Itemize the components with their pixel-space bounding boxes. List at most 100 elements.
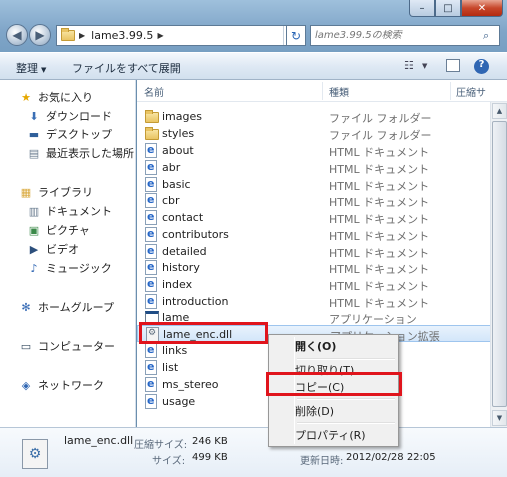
sidebar-item-label: ビデオ — [46, 243, 79, 256]
breadcrumb-arrow-icon[interactable]: ▶ — [157, 31, 163, 40]
breadcrumb-item[interactable]: lame3.99.5 — [91, 29, 153, 42]
breadcrumb-arrow-icon[interactable]: ▶ — [79, 31, 85, 40]
maximize-button[interactable]: □ — [435, 0, 461, 17]
table-row[interactable]: abr HTML ドキュメント — [137, 159, 495, 176]
video-icon: ▶ — [29, 242, 39, 256]
table-row[interactable]: images ファイル フォルダー — [137, 108, 495, 125]
sidebar-item-favorites[interactable]: ★ お気に入り — [18, 88, 93, 106]
table-row[interactable]: basicHTML ドキュメント — [137, 176, 495, 193]
file-name: usage — [162, 395, 196, 408]
html-file-icon — [145, 143, 159, 158]
chevron-down-icon: ▼ — [41, 66, 47, 74]
search-icon[interactable]: ⌕ — [483, 29, 499, 43]
organize-button[interactable]: 整理 ▼ — [16, 60, 46, 76]
html-file-icon — [145, 294, 159, 309]
table-row[interactable]: about HTML ドキュメント — [137, 142, 495, 159]
table-row[interactable]: introductionHTML ドキュメント — [137, 293, 495, 310]
search-box[interactable]: ⌕ — [310, 25, 500, 46]
file-name: basic — [162, 178, 191, 191]
details-pane: ⚙ lame_enc.dll 圧縮サイズ: 246 KB サイズ: 499 KB… — [0, 427, 507, 477]
sidebar-item-recent[interactable]: ▤ 最近表示した場所 — [26, 144, 134, 162]
file-name: lame — [162, 311, 190, 324]
table-row[interactable]: history HTML ドキュメント — [137, 259, 495, 276]
sidebar-item-videos[interactable]: ▶ ビデオ — [26, 240, 79, 258]
folder-icon — [145, 126, 159, 141]
file-type: HTML ドキュメント — [329, 230, 430, 243]
sidebar-item-computer[interactable]: ▭ コンピューター — [18, 337, 115, 355]
organize-label: 整理 — [16, 62, 38, 75]
library-icon: ▦ — [20, 185, 32, 199]
column-divider[interactable] — [450, 82, 451, 100]
file-type: HTML ドキュメント — [329, 263, 430, 276]
column-header-name[interactable]: 名前 — [144, 84, 164, 99]
refresh-button[interactable]: ↻ — [286, 25, 306, 46]
sidebar-item-label: デスクトップ — [46, 128, 112, 141]
computer-icon: ▭ — [20, 339, 32, 353]
menu-item-delete[interactable]: 削除(D) — [295, 401, 334, 421]
sidebar-item-label: ミュージック — [46, 262, 112, 275]
sidebar-item-label: ピクチャ — [46, 224, 90, 237]
context-menu: 開く(O) 切り取り(T) コピー(C) 削除(D) プロパティ(R) — [268, 334, 399, 447]
sidebar-item-pictures[interactable]: ▣ ピクチャ — [26, 221, 90, 239]
chevron-down-icon[interactable]: ▼ — [422, 62, 438, 76]
table-row[interactable]: lame アプリケーション — [137, 309, 495, 326]
html-file-icon — [145, 227, 159, 242]
help-icon[interactable]: ? — [474, 59, 489, 74]
column-divider[interactable] — [322, 82, 323, 100]
file-type: HTML ドキュメント — [329, 280, 430, 293]
close-button[interactable]: ✕ — [461, 0, 503, 17]
sidebar-item-downloads[interactable]: ⬇ ダウンロード — [26, 107, 112, 125]
column-header-type[interactable]: 種類 — [329, 84, 349, 99]
table-row[interactable]: styles ファイル フォルダー — [137, 125, 495, 142]
scroll-down-icon[interactable]: ▼ — [492, 410, 507, 426]
vertical-scrollbar[interactable]: ▲ ▼ — [490, 102, 507, 427]
dll-icon — [146, 327, 160, 342]
html-file-icon — [145, 277, 159, 292]
scrollbar-thumb[interactable] — [492, 121, 507, 407]
menu-item-properties[interactable]: プロパティ(R) — [295, 425, 366, 445]
file-name: index — [162, 278, 193, 291]
sidebar-item-network[interactable]: ◈ ネットワーク — [18, 376, 104, 394]
html-file-icon — [145, 210, 159, 225]
window-controls: – □ ✕ — [409, 0, 503, 18]
file-name: detailed — [162, 245, 207, 258]
details-modified-label: 更新日時: — [300, 456, 344, 467]
download-icon: ⬇ — [29, 109, 39, 123]
network-icon: ◈ — [21, 378, 31, 392]
file-name: contact — [162, 211, 204, 224]
table-row[interactable]: index HTML ドキュメント — [137, 276, 495, 293]
menu-item-copy[interactable]: コピー(C) — [295, 377, 344, 397]
app-icon — [145, 310, 159, 325]
sidebar-item-homegroup[interactable]: ✻ ホームグループ — [18, 298, 114, 316]
folder-icon — [145, 109, 159, 124]
sidebar-item-music[interactable]: ♪ ミュージック — [26, 259, 112, 277]
table-row[interactable]: contact HTML ドキュメント — [137, 209, 495, 226]
table-row[interactable]: cbr HTML ドキュメント — [137, 192, 495, 209]
menu-separator — [297, 398, 395, 400]
forward-button[interactable]: ▶ — [29, 24, 51, 46]
back-button[interactable]: ◀ — [6, 24, 28, 46]
view-options-icon[interactable]: ☷ — [404, 59, 420, 73]
table-row[interactable]: detailedHTML ドキュメント — [137, 243, 495, 260]
sidebar-item-documents[interactable]: ▥ ドキュメント — [26, 202, 112, 220]
sidebar-item-label: ホームグループ — [38, 301, 115, 314]
file-name: history — [162, 261, 200, 274]
column-header-size[interactable]: 圧縮サ — [456, 84, 486, 99]
search-input[interactable] — [311, 30, 483, 41]
scroll-up-icon[interactable]: ▲ — [492, 103, 507, 119]
address-bar[interactable]: ▶ lame3.99.5 ▶ ▼ — [56, 25, 298, 46]
table-row[interactable]: contributors HTML ドキュメント — [137, 226, 495, 243]
minimize-button[interactable]: – — [409, 0, 435, 17]
sidebar-item-libraries[interactable]: ▦ ライブラリ — [18, 183, 93, 201]
music-icon: ♪ — [30, 261, 38, 275]
menu-item-open[interactable]: 開く(O) — [295, 336, 336, 356]
html-file-icon — [145, 160, 159, 175]
sidebar-item-desktop[interactable]: ▬ デスクトップ — [26, 125, 112, 143]
preview-pane-icon[interactable] — [446, 59, 460, 72]
forward-arrow-icon: ▶ — [35, 28, 45, 42]
expand-all-button[interactable]: ファイルをすべて展開 — [72, 60, 181, 76]
details-size-label: サイズ: — [152, 456, 186, 467]
details-compressed-value: 246 KB — [192, 436, 228, 447]
html-file-icon — [145, 394, 159, 409]
file-type: HTML ドキュメント — [329, 163, 430, 176]
